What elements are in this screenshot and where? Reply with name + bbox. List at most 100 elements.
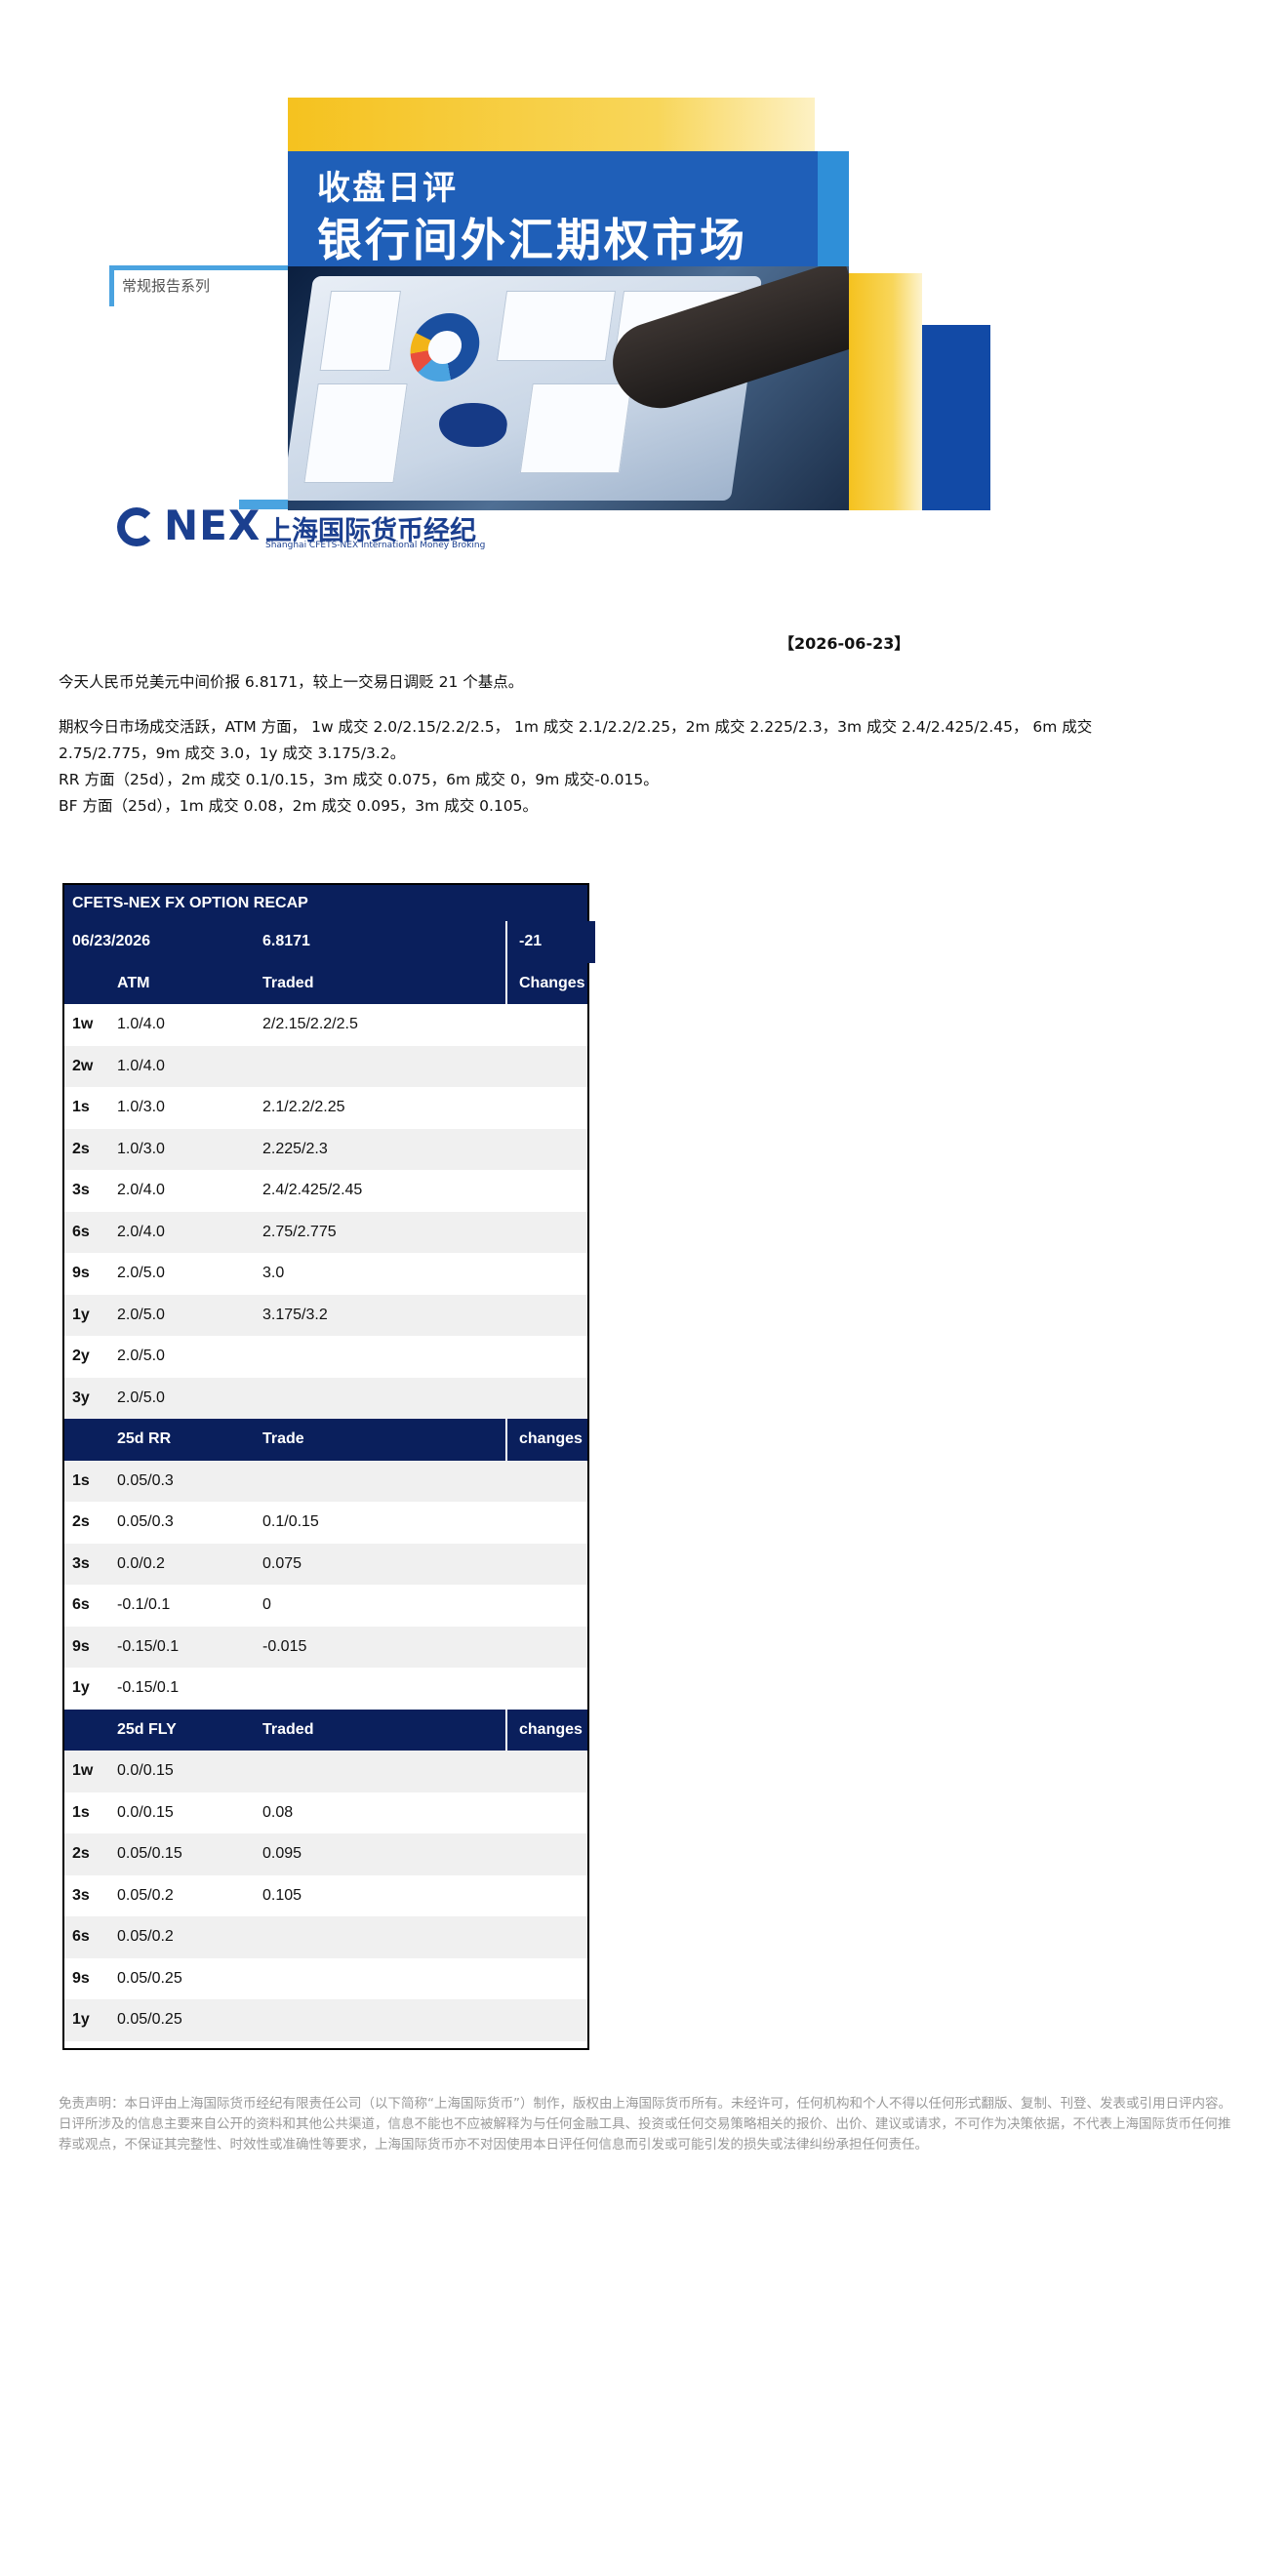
table-row: 1y 2.0/5.0 3.175/3.2 bbox=[64, 1294, 587, 1336]
rr-header-row: 25d RR Trade changes bbox=[64, 1419, 587, 1461]
quote-cell: 2.0/4.0 bbox=[117, 1182, 165, 1198]
atm-header-quote: ATM bbox=[117, 974, 150, 991]
table-row: 6s -0.1/0.1 0 bbox=[64, 1585, 587, 1627]
table-row: 2s 1.0/3.0 2.225/2.3 bbox=[64, 1128, 587, 1170]
tenor-cell: 1y bbox=[72, 2011, 90, 2028]
tenor-cell: 3s bbox=[72, 1182, 90, 1198]
traded-cell: -0.015 bbox=[262, 1637, 307, 1655]
traded-cell: 0.075 bbox=[262, 1554, 302, 1572]
table-title: CFETS-NEX FX OPTION RECAP bbox=[64, 885, 587, 921]
tenor-cell: 2s bbox=[72, 1845, 90, 1862]
rr-header-quote: 25d RR bbox=[117, 1430, 172, 1447]
atm-header-changes: Changes bbox=[519, 974, 585, 991]
table-row: 9s -0.15/0.1 -0.015 bbox=[64, 1626, 587, 1668]
quote-cell: 2.0/5.0 bbox=[117, 1265, 165, 1281]
report-date: 【2026-06-23】 bbox=[779, 634, 910, 653]
tenor-cell: 1s bbox=[72, 1099, 90, 1115]
atm-summary-line: 期权今日市场成交活跃，ATM 方面， 1w 成交 2.0/2.15/2.2/2.… bbox=[59, 718, 1093, 736]
table-row: 1s 1.0/3.0 2.1/2.2/2.25 bbox=[64, 1087, 587, 1129]
banner-title-block: 收盘日评 银行间外汇期权市场 bbox=[288, 151, 849, 266]
traded-cell: 3.0 bbox=[262, 1265, 285, 1281]
banner-title: 银行间外汇期权市场 bbox=[317, 214, 747, 266]
tenor-cell: 1w bbox=[72, 1762, 94, 1779]
table-row: 1y 0.05/0.25 bbox=[64, 1999, 587, 2041]
quote-cell: -0.15/0.1 bbox=[117, 1679, 180, 1696]
table-row: 3s 2.0/4.0 2.4/2.425/2.45 bbox=[64, 1170, 587, 1212]
table-row: 2s 0.05/0.3 0.1/0.15 bbox=[64, 1502, 587, 1544]
map-icon bbox=[435, 403, 510, 447]
quote-cell: 2.0/5.0 bbox=[117, 1389, 165, 1406]
atm-header-traded: Traded bbox=[262, 974, 314, 991]
tenor-cell: 2w bbox=[72, 1057, 94, 1074]
tenor-cell: 9s bbox=[72, 1265, 90, 1281]
tenor-cell: 1s bbox=[72, 1471, 90, 1489]
quote-cell: 0.05/0.2 bbox=[117, 1886, 174, 1904]
table-row: 3s 0.05/0.2 0.105 bbox=[64, 1874, 587, 1916]
fly-header-traded: Traded bbox=[262, 1720, 314, 1738]
quote-cell: 0.0/0.15 bbox=[117, 1762, 174, 1779]
quote-cell: 1.0/3.0 bbox=[117, 1140, 165, 1157]
traded-cell: 3.175/3.2 bbox=[262, 1306, 328, 1323]
banner-yellow-block bbox=[288, 98, 815, 156]
table-row: 2y 2.0/5.0 bbox=[64, 1336, 587, 1378]
banner-subtitle: 收盘日评 bbox=[317, 169, 458, 208]
table-row: 2w 1.0/4.0 bbox=[64, 1045, 587, 1087]
table-row: 1w 1.0/4.0 2/2.15/2.2/2.5 bbox=[64, 1004, 587, 1046]
nex-logo-icon bbox=[117, 507, 156, 546]
report-banner: 收盘日评 银行间外汇期权市场 常规报告系列 NEX 上海国际货币经纪 Shang… bbox=[0, 0, 1288, 585]
tenor-cell: 6s bbox=[72, 1223, 90, 1240]
rr-summary-line: RR 方面（25d），2m 成交 0.1/0.15，3m 成交 0.075，6m… bbox=[59, 771, 659, 788]
table-row: 9s 0.05/0.25 bbox=[64, 1957, 587, 1999]
tenor-cell: 3s bbox=[72, 1886, 90, 1904]
info-change: -21 bbox=[519, 933, 543, 949]
tenor-cell: 1y bbox=[72, 1679, 90, 1696]
traded-cell: 2.225/2.3 bbox=[262, 1140, 328, 1157]
quote-cell: -0.15/0.1 bbox=[117, 1637, 180, 1655]
tenor-cell: 6s bbox=[72, 1928, 90, 1945]
fixing-paragraph: 今天人民币兑美元中间价报 6.8171，较上一交易日调贬 21 个基点。 bbox=[59, 673, 524, 691]
tablet-photo bbox=[288, 266, 849, 510]
tenor-cell: 9s bbox=[72, 1637, 90, 1655]
tenor-cell: 6s bbox=[72, 1596, 90, 1613]
info-date: 06/23/2026 bbox=[72, 933, 151, 949]
table-row: 1w 0.0/0.15 bbox=[64, 1751, 587, 1792]
tenor-cell: 3s bbox=[72, 1554, 90, 1572]
traded-cell: 2.1/2.2/2.25 bbox=[262, 1099, 345, 1115]
tenor-cell: 1s bbox=[72, 1803, 90, 1821]
table-row: 3y 2.0/5.0 bbox=[64, 1377, 587, 1419]
quote-cell: 0.05/0.15 bbox=[117, 1845, 182, 1862]
tenor-cell: 3y bbox=[72, 1389, 90, 1406]
disclaimer: 免责声明：本日评由上海国际货币经纪有限责任公司（以下简称“上海国际货币”）制作，… bbox=[59, 2096, 1231, 2153]
info-fixing: 6.8171 bbox=[262, 933, 310, 949]
table-row: 1s 0.05/0.3 bbox=[64, 1460, 587, 1502]
logo-nex-text: NEX bbox=[164, 502, 262, 549]
traded-cell: 2/2.15/2.2/2.5 bbox=[262, 1016, 358, 1032]
traded-cell: 0.1/0.15 bbox=[262, 1513, 319, 1530]
table-row: 9s 2.0/5.0 3.0 bbox=[64, 1253, 587, 1295]
table-info-row: 06/23/2026 6.8171 -21 bbox=[64, 921, 595, 963]
rr-header-traded: Trade bbox=[262, 1430, 304, 1447]
traded-cell: 0.095 bbox=[262, 1845, 302, 1862]
tenor-cell: 2y bbox=[72, 1348, 90, 1364]
traded-cell: 2.75/2.775 bbox=[262, 1223, 337, 1240]
series-label: 常规报告系列 bbox=[122, 277, 211, 295]
table-row: 6s 2.0/4.0 2.75/2.775 bbox=[64, 1211, 587, 1253]
quote-cell: 1.0/4.0 bbox=[117, 1057, 165, 1074]
table-row: 2s 0.05/0.15 0.095 bbox=[64, 1833, 587, 1875]
tenor-cell: 2s bbox=[72, 1513, 90, 1530]
quote-cell: 0.05/0.25 bbox=[117, 2011, 182, 2028]
fly-header-quote: 25d FLY bbox=[117, 1720, 177, 1738]
quote-cell: 0.0/0.2 bbox=[117, 1554, 165, 1572]
rr-header-changes: changes bbox=[519, 1430, 583, 1447]
logo-company-name-en: Shanghai CFETS-NEX International Money B… bbox=[265, 541, 486, 550]
quote-cell: -0.1/0.1 bbox=[117, 1596, 171, 1613]
bf-summary-line: BF 方面（25d），1m 成交 0.08，2m 成交 0.095，3m 成交 … bbox=[59, 797, 538, 815]
fly-header-changes: changes bbox=[519, 1720, 583, 1738]
quote-cell: 0.05/0.25 bbox=[117, 1969, 182, 1987]
tenor-cell: 2s bbox=[72, 1140, 90, 1157]
table-row: 1s 0.0/0.15 0.08 bbox=[64, 1791, 587, 1833]
table-row: 3s 0.0/0.2 0.075 bbox=[64, 1543, 587, 1585]
quote-cell: 2.0/4.0 bbox=[117, 1223, 165, 1240]
donut-chart-icon bbox=[405, 313, 484, 382]
tenor-cell: 1w bbox=[72, 1016, 94, 1032]
